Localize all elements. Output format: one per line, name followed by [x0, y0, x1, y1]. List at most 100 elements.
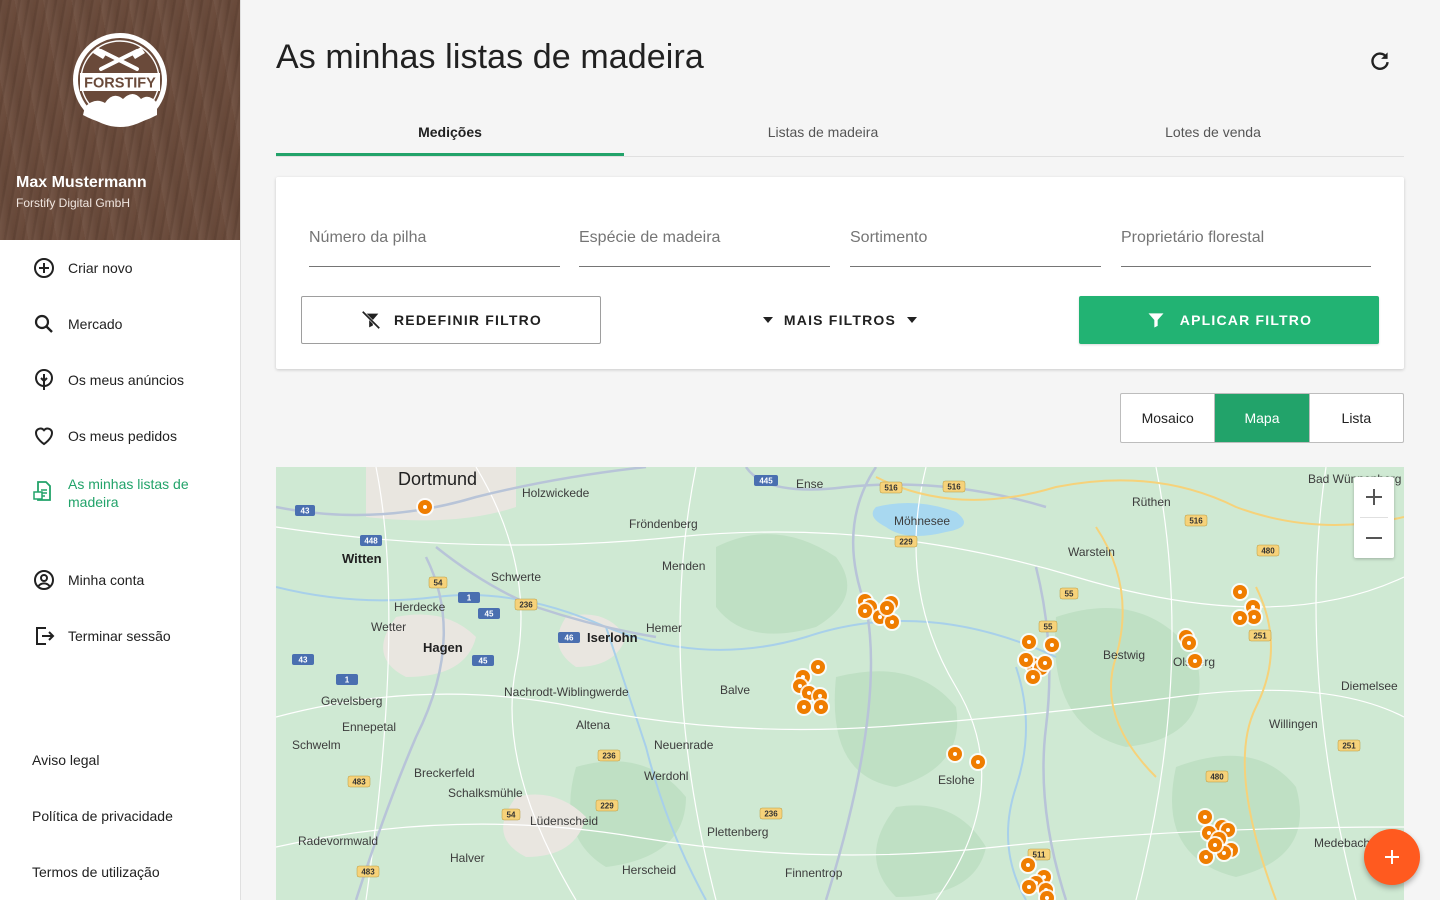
more-filters-button[interactable]: MAIS FILTROS — [760, 296, 920, 344]
apply-filter-label: APLICAR FILTRO — [1179, 312, 1313, 328]
sidebar: FORSTIFY Max Mustermann Forstify Digital… — [0, 0, 241, 900]
measurement-marker[interactable] — [1024, 668, 1042, 686]
measurement-marker[interactable] — [946, 745, 964, 763]
map-label-breckerfeld: Breckerfeld — [414, 766, 475, 780]
svg-text:1: 1 — [345, 676, 350, 685]
forest-owner-input[interactable] — [1121, 225, 1371, 247]
svg-text:46: 46 — [565, 634, 574, 643]
measurement-marker[interactable] — [1017, 651, 1035, 669]
road-shield: 483 — [347, 775, 371, 788]
tree-pin-icon — [35, 369, 53, 390]
measurement-marker[interactable] — [969, 753, 987, 771]
map-label-altena: Altena — [576, 718, 610, 732]
road-shield: 43 — [292, 654, 314, 665]
wood-species-field[interactable] — [579, 225, 830, 267]
sidebar-item-my-listings[interactable]: Os meus anúncios — [0, 358, 240, 402]
map-label-iserlohn: Iserlohn — [587, 630, 638, 645]
legal-notice-link[interactable]: Aviso legal — [32, 752, 99, 768]
map-label-nachrodt: Nachrodt-Wiblingwerde — [504, 685, 629, 699]
plus-icon — [1385, 850, 1399, 864]
measurement-marker[interactable] — [1231, 609, 1249, 627]
pile-number-field[interactable] — [309, 225, 560, 267]
measurement-marker[interactable] — [1231, 583, 1249, 601]
road-shield: 54 — [501, 808, 521, 821]
svg-text:511: 511 — [1033, 851, 1046, 860]
sidebar-item-logout[interactable]: Terminar sessão — [0, 614, 240, 658]
terms-of-use-link[interactable]: Termos de utilização — [32, 864, 160, 880]
zoom-out-button[interactable] — [1354, 518, 1394, 558]
tab-measurements[interactable]: Medições — [276, 108, 624, 156]
user-company: Forstify Digital GmbH — [16, 196, 131, 210]
measurement-marker[interactable] — [795, 698, 813, 716]
svg-text:483: 483 — [361, 868, 375, 877]
map-label-hemer: Hemer — [646, 621, 682, 635]
road-shield: 1 — [458, 592, 480, 603]
reset-filter-button[interactable]: REDEFINIR FILTRO — [301, 296, 601, 344]
account-circle-icon — [34, 570, 54, 590]
filter-icon — [1148, 313, 1164, 328]
sidebar-item-label: Minha conta — [68, 572, 145, 588]
apply-filter-button[interactable]: APLICAR FILTRO — [1079, 296, 1379, 344]
measurement-marker[interactable] — [1180, 634, 1198, 652]
measurement-marker[interactable] — [1196, 808, 1214, 826]
caret-down-icon — [762, 317, 773, 323]
heart-icon — [34, 427, 54, 446]
map-label-herdecke: Herdecke — [394, 600, 446, 614]
refresh-icon[interactable] — [1367, 48, 1393, 74]
svg-text:54: 54 — [434, 579, 443, 588]
view-toggle: Mosaico Mapa Lista — [1120, 393, 1404, 443]
map-label-hagen: Hagen — [423, 640, 463, 655]
map-label-werdohl: Werdohl — [644, 769, 688, 783]
measurement-marker[interactable] — [1186, 652, 1204, 670]
wood-species-input[interactable] — [579, 225, 830, 247]
svg-text:251: 251 — [1253, 632, 1267, 641]
svg-text:229: 229 — [899, 538, 913, 547]
sidebar-item-market[interactable]: Mercado — [0, 302, 240, 346]
sidebar-item-my-account[interactable]: Minha conta — [0, 558, 240, 602]
pile-number-input[interactable] — [309, 225, 560, 247]
measurement-marker[interactable] — [1020, 633, 1038, 651]
add-fab-button[interactable] — [1364, 829, 1420, 885]
view-map-button[interactable]: Mapa — [1214, 394, 1309, 442]
view-list-button[interactable]: Lista — [1308, 394, 1403, 442]
measurement-marker[interactable] — [1036, 654, 1054, 672]
map[interactable]: Dortmund Holzwickede Fröndenberg Ense Mö… — [276, 467, 1404, 900]
svg-text:236: 236 — [602, 752, 616, 761]
map-label-witten: Witten — [342, 551, 382, 566]
measurement-marker[interactable] — [809, 658, 827, 676]
measurement-marker[interactable] — [416, 498, 434, 516]
map-canvas[interactable]: Dortmund Holzwickede Fröndenberg Ense Mö… — [276, 467, 1404, 900]
sidebar-item-create-new[interactable]: Criar novo — [0, 246, 240, 290]
map-label-halver: Halver — [450, 851, 485, 865]
measurement-marker[interactable] — [1206, 836, 1224, 854]
forest-owner-field[interactable] — [1121, 225, 1371, 267]
measurement-marker[interactable] — [812, 698, 830, 716]
measurement-marker[interactable] — [1020, 878, 1038, 896]
privacy-policy-link[interactable]: Política de privacidade — [32, 808, 173, 824]
svg-text:445: 445 — [759, 477, 773, 486]
sidebar-item-my-wood-lists[interactable]: As minhas listas de madeira — [0, 470, 240, 516]
svg-text:516: 516 — [947, 483, 961, 492]
sidebar-item-my-orders[interactable]: Os meus pedidos — [0, 414, 240, 458]
svg-text:480: 480 — [1261, 547, 1275, 556]
assortment-field[interactable] — [850, 225, 1101, 267]
reset-filter-label: REDEFINIR FILTRO — [393, 312, 543, 328]
road-shield: 229 — [595, 799, 619, 812]
view-mosaic-button[interactable]: Mosaico — [1121, 394, 1214, 442]
zoom-in-button[interactable] — [1354, 477, 1394, 517]
forstify-logo[interactable]: FORSTIFY — [71, 31, 169, 129]
sidebar-item-label: Terminar sessão — [68, 628, 171, 644]
road-shield: 1 — [336, 674, 358, 685]
road-shield: 45 — [472, 655, 494, 666]
measurement-marker[interactable] — [1043, 636, 1061, 654]
tab-sale-lots[interactable]: Lotes de venda — [1022, 108, 1404, 156]
map-label-ense: Ense — [796, 477, 824, 491]
sidebar-item-label: As minhas listas de madeira — [68, 476, 189, 510]
svg-text:516: 516 — [1189, 517, 1203, 526]
svg-text:1: 1 — [467, 594, 472, 603]
measurement-marker[interactable] — [1019, 856, 1037, 874]
caret-down-icon — [907, 317, 918, 323]
tab-wood-lists[interactable]: Listas de madeira — [624, 108, 1022, 156]
assortment-input[interactable] — [850, 225, 1101, 247]
measurement-marker[interactable] — [878, 599, 896, 617]
